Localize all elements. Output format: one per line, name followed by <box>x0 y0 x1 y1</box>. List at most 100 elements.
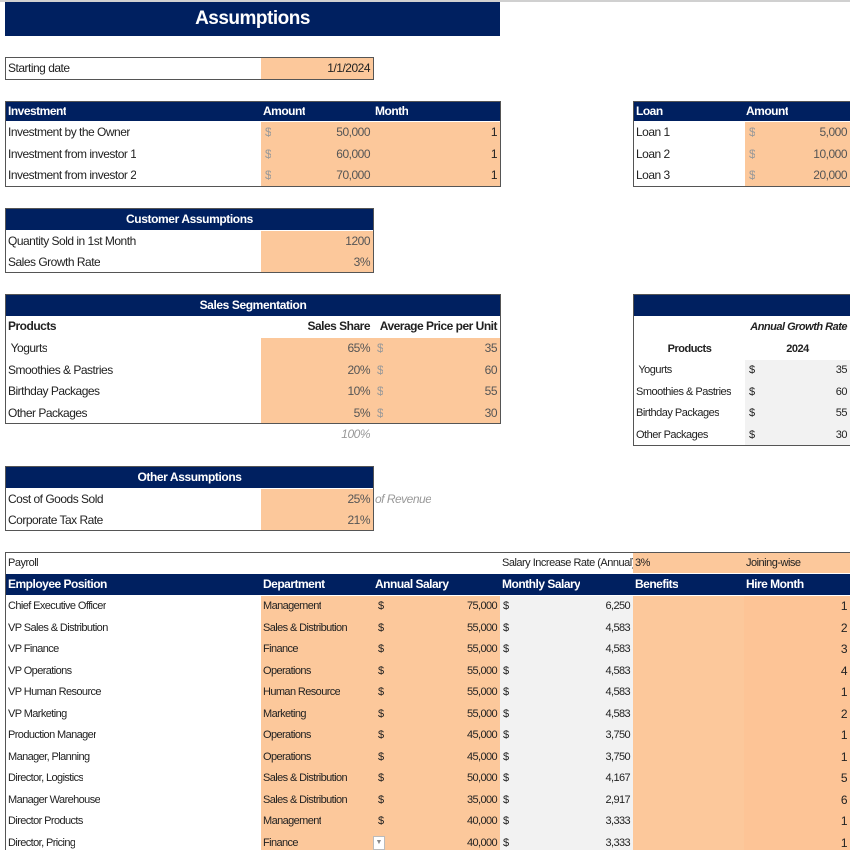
payroll-monthly-value: 4,583 <box>605 621 630 634</box>
payroll-benefits-input[interactable] <box>633 747 744 768</box>
payroll-hire-input[interactable]: 1 <box>744 725 850 746</box>
sales-price-input[interactable]: 55 <box>400 381 500 402</box>
payroll-department-input[interactable]: Finance <box>261 639 298 660</box>
other-value-input[interactable]: 25% <box>261 489 373 510</box>
payroll-annual-input[interactable]: 40,000 <box>400 833 500 850</box>
payroll-hire-input[interactable]: 6 <box>744 790 850 811</box>
salary-increase-label: Salary Increase Rate (Annual) <box>502 557 635 569</box>
payroll-benefits-input[interactable] <box>633 833 744 850</box>
investment-month-input[interactable]: 1 <box>373 122 500 143</box>
currency-symbol: $ <box>503 664 509 677</box>
department-dropdown-arrow[interactable]: ▼ <box>373 836 385 850</box>
payroll-benefits-input[interactable] <box>633 725 744 746</box>
investment-amount-input[interactable]: 50,000 <box>290 122 373 143</box>
payroll-benefits-input[interactable] <box>633 618 744 639</box>
payroll-annual-input[interactable]: 50,000 <box>400 768 500 789</box>
price-growth-products-label: Products <box>667 343 712 355</box>
payroll-hire-input[interactable]: 1 <box>744 596 850 617</box>
payroll-row-position: VP Marketing <box>8 707 67 720</box>
sales-col-products: Products <box>8 319 57 333</box>
investment-amount-input[interactable]: 60,000 <box>290 144 373 165</box>
payroll-annual-input[interactable]: 45,000 <box>400 747 500 768</box>
payroll-annual-input[interactable]: 55,000 <box>400 618 500 639</box>
payroll-annual-input[interactable]: 55,000 <box>400 639 500 660</box>
investment-amount-input[interactable]: 70,000 <box>290 165 373 186</box>
sales-share-input[interactable]: 20% <box>261 360 373 381</box>
payroll-benefits-input[interactable] <box>633 596 744 617</box>
payroll-annual-input[interactable]: 55,000 <box>400 704 500 725</box>
payroll-hire-input[interactable]: 4 <box>744 661 850 682</box>
payroll-department-input[interactable]: Human Resource <box>261 682 340 703</box>
investment-month-input[interactable]: 1 <box>373 165 500 186</box>
payroll-hire-input[interactable]: 2 <box>744 704 850 725</box>
payroll-department-input[interactable]: Management <box>261 811 321 832</box>
payroll-annual-input[interactable]: 55,000 <box>400 661 500 682</box>
payroll-benefits-input[interactable] <box>633 811 744 832</box>
payroll-benefits-input[interactable] <box>633 661 744 682</box>
payroll-department-input[interactable]: Operations <box>261 725 311 746</box>
currency-symbol: $ <box>503 600 509 612</box>
loan-amount-input[interactable]: 10,000 <box>760 144 850 165</box>
payroll-hire-input[interactable]: 1 <box>744 747 850 768</box>
payroll-row-position: Manager Warehouse <box>8 793 101 806</box>
sales-price-input[interactable]: 30 <box>400 403 500 424</box>
payroll-department-input[interactable]: Operations <box>261 747 311 768</box>
payroll-hire-input[interactable]: 3 <box>744 639 850 660</box>
payroll-hire-input[interactable]: 2 <box>744 618 850 639</box>
payroll-hire-input[interactable]: 1 <box>744 833 850 850</box>
payroll-benefits-input[interactable] <box>633 639 744 660</box>
payroll-benefits-input[interactable] <box>633 768 744 789</box>
payroll-col-position: Employee Position <box>8 577 107 591</box>
sales-share-input[interactable]: 5% <box>261 403 373 424</box>
payroll-department-input[interactable]: Operations <box>261 661 311 682</box>
payroll-hire-input[interactable]: 5 <box>744 768 850 789</box>
sales-row-product: Birthday Packages <box>8 384 100 398</box>
sales-segmentation-title: Sales Segmentation <box>199 298 307 312</box>
sales-share-input[interactable]: 10% <box>261 381 373 402</box>
starting-date-input[interactable]: 1/1/2024 <box>261 58 373 79</box>
payroll-annual-input[interactable]: 55,000 <box>400 682 500 703</box>
currency-symbol: $ <box>749 407 755 419</box>
salary-increase-value[interactable]: 3% <box>633 553 650 574</box>
salary-increase-area <box>633 553 850 573</box>
payroll-row-position: Director Products <box>8 815 83 827</box>
currency-symbol: $ <box>503 815 509 827</box>
other-value-input[interactable]: 21% <box>261 510 373 531</box>
payroll-department-input[interactable]: Sales & Distribution <box>261 790 347 811</box>
payroll-annual-input[interactable]: 40,000 <box>400 811 500 832</box>
growth-price-value: 35 <box>835 364 848 376</box>
currency-symbol: $ <box>749 428 755 441</box>
currency-symbol: $ <box>503 643 509 655</box>
investment-month-input[interactable]: 1 <box>373 144 500 165</box>
currency-symbol: $ <box>378 750 384 763</box>
loan-amount-input[interactable]: 5,000 <box>760 122 850 143</box>
sales-share-input[interactable]: 65% <box>261 338 373 359</box>
payroll-department-input[interactable]: Management <box>261 596 321 617</box>
payroll-col-monthly: Monthly Salary <box>502 577 581 591</box>
payroll-department-input[interactable]: Sales & Distribution <box>261 768 347 789</box>
loan-amount-input[interactable]: 20,000 <box>760 165 850 186</box>
payroll-hire-input[interactable]: 1 <box>744 682 850 703</box>
payroll-row-position: VP Human Resource <box>8 686 101 698</box>
customer-value-input[interactable]: 3% <box>261 252 373 273</box>
payroll-department-input[interactable]: Finance <box>261 833 298 850</box>
payroll-benefits-input[interactable] <box>633 704 744 725</box>
payroll-annual-input[interactable]: 35,000 <box>400 790 500 811</box>
sales-price-input[interactable]: 35 <box>400 338 500 359</box>
other-assumptions-header: Other Assumptions <box>6 467 373 488</box>
payroll-department-input[interactable]: Marketing <box>261 704 306 725</box>
currency-symbol: $ <box>378 729 384 741</box>
sales-price-input[interactable]: 60 <box>400 360 500 381</box>
customer-value-input[interactable]: 1200 <box>261 231 373 252</box>
payroll-benefits-input[interactable] <box>633 790 744 811</box>
payroll-benefits-input[interactable] <box>633 682 744 703</box>
currency-symbol: $ <box>265 146 272 161</box>
payroll-hire-input[interactable]: 1 <box>744 811 850 832</box>
payroll-department-input[interactable]: Sales & Distribution <box>261 618 347 639</box>
payroll-annual-input[interactable]: 45,000 <box>400 725 500 746</box>
payroll-col-benefits: Benefits <box>635 577 679 591</box>
salary-increase-mode[interactable]: Joining-wise <box>744 553 801 574</box>
currency-symbol: $ <box>378 600 384 612</box>
payroll-annual-input[interactable]: 75,000 <box>400 596 500 617</box>
currency-symbol: $ <box>377 362 384 377</box>
